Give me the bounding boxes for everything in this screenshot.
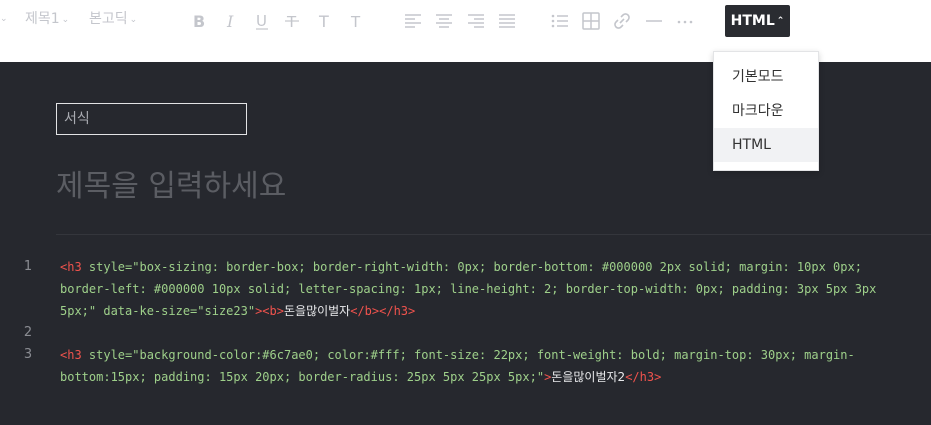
bold-icon[interactable]: B bbox=[190, 11, 210, 31]
code-attribute: 5px;" data-ke-size="size23" bbox=[60, 304, 256, 318]
align-center-icon[interactable] bbox=[434, 11, 454, 31]
divider bbox=[56, 234, 931, 235]
background-color-icon[interactable]: T bbox=[348, 11, 368, 31]
svg-text:T: T bbox=[350, 13, 361, 31]
chevron-down-icon: ⌄ bbox=[61, 15, 70, 25]
block-style-label: 제목1 bbox=[25, 11, 60, 27]
code-line: border-left: #000000 10px solid; letter-… bbox=[60, 278, 931, 300]
svg-text:T: T bbox=[286, 13, 297, 31]
chevron-down-icon[interactable]: ⌄ bbox=[0, 9, 8, 29]
line-number: 2 bbox=[23, 325, 33, 340]
align-right-icon[interactable] bbox=[466, 11, 486, 31]
code-tag: </b></h3> bbox=[350, 304, 416, 318]
align-left-icon[interactable] bbox=[403, 11, 423, 31]
code-line: <h3 style="box-sizing: border-box; borde… bbox=[60, 256, 931, 278]
bullet-list-icon[interactable] bbox=[550, 11, 570, 31]
code-attribute: border-left: #000000 10px solid; letter-… bbox=[60, 282, 877, 296]
editor-mode-label: HTML bbox=[730, 13, 775, 29]
category-input[interactable]: 서식 bbox=[56, 103, 247, 135]
menu-item-basic-mode[interactable]: 기본모드 bbox=[714, 60, 818, 94]
chevron-down-icon: ⌄ bbox=[129, 15, 138, 25]
code-attribute: style="background-color:#6c7ae0; color:#… bbox=[88, 348, 855, 362]
menu-item-html[interactable]: HTML bbox=[714, 128, 818, 162]
editor-mode-button[interactable]: HTML ⌃ bbox=[725, 5, 790, 37]
code-tag: <h3 bbox=[60, 260, 89, 274]
strikethrough-icon[interactable]: T bbox=[284, 11, 304, 31]
code-text: 돈을많이벌자2 bbox=[551, 370, 626, 384]
block-style-dropdown[interactable]: 제목1 ⌄ bbox=[25, 9, 69, 30]
svg-text:T: T bbox=[318, 12, 329, 31]
code-attribute: style="box-sizing: border-box; border-ri… bbox=[88, 260, 862, 274]
code-attribute: bottom:15px; padding: 15px 20px; border-… bbox=[60, 370, 545, 384]
menu-item-markdown[interactable]: 마크다운 bbox=[714, 94, 818, 128]
code-line: 5px;" data-ke-size="size23"><b>돈을많이벌자</b… bbox=[60, 300, 931, 322]
svg-text:U: U bbox=[256, 12, 267, 30]
chevron-up-icon: ⌃ bbox=[776, 16, 785, 26]
code-line: bottom:15px; padding: 15px 20px; border-… bbox=[60, 366, 931, 388]
text-color-icon[interactable]: T bbox=[316, 11, 336, 31]
code-tag: </h3> bbox=[625, 370, 662, 384]
title-placeholder: 제목을 입력하세요 bbox=[56, 169, 287, 204]
title-input[interactable]: 제목을 입력하세요 bbox=[56, 165, 286, 209]
svg-text:I: I bbox=[226, 12, 234, 31]
code-text: 돈을많이벌자 bbox=[283, 304, 351, 318]
editor-mode-menu: 기본모드 마크다운 HTML bbox=[713, 51, 819, 171]
code-tag: ><b> bbox=[255, 304, 284, 318]
font-dropdown[interactable]: 본고딕 ⌄ bbox=[89, 9, 137, 30]
horizontal-rule-icon[interactable] bbox=[644, 11, 664, 31]
link-icon[interactable] bbox=[612, 11, 632, 31]
underline-icon[interactable]: U bbox=[253, 11, 273, 31]
align-justify-icon[interactable] bbox=[497, 11, 517, 31]
table-icon[interactable] bbox=[581, 11, 601, 31]
code-line: <h3 style="background-color:#6c7ae0; col… bbox=[60, 344, 931, 366]
font-label: 본고딕 bbox=[89, 11, 128, 27]
italic-icon[interactable]: I bbox=[222, 11, 242, 31]
line-number: 3 bbox=[23, 347, 33, 362]
more-icon[interactable] bbox=[675, 11, 695, 31]
code-tag: <h3 bbox=[60, 348, 89, 362]
category-value: 서식 bbox=[64, 111, 90, 127]
line-number: 1 bbox=[23, 259, 33, 274]
svg-text:B: B bbox=[193, 12, 205, 31]
